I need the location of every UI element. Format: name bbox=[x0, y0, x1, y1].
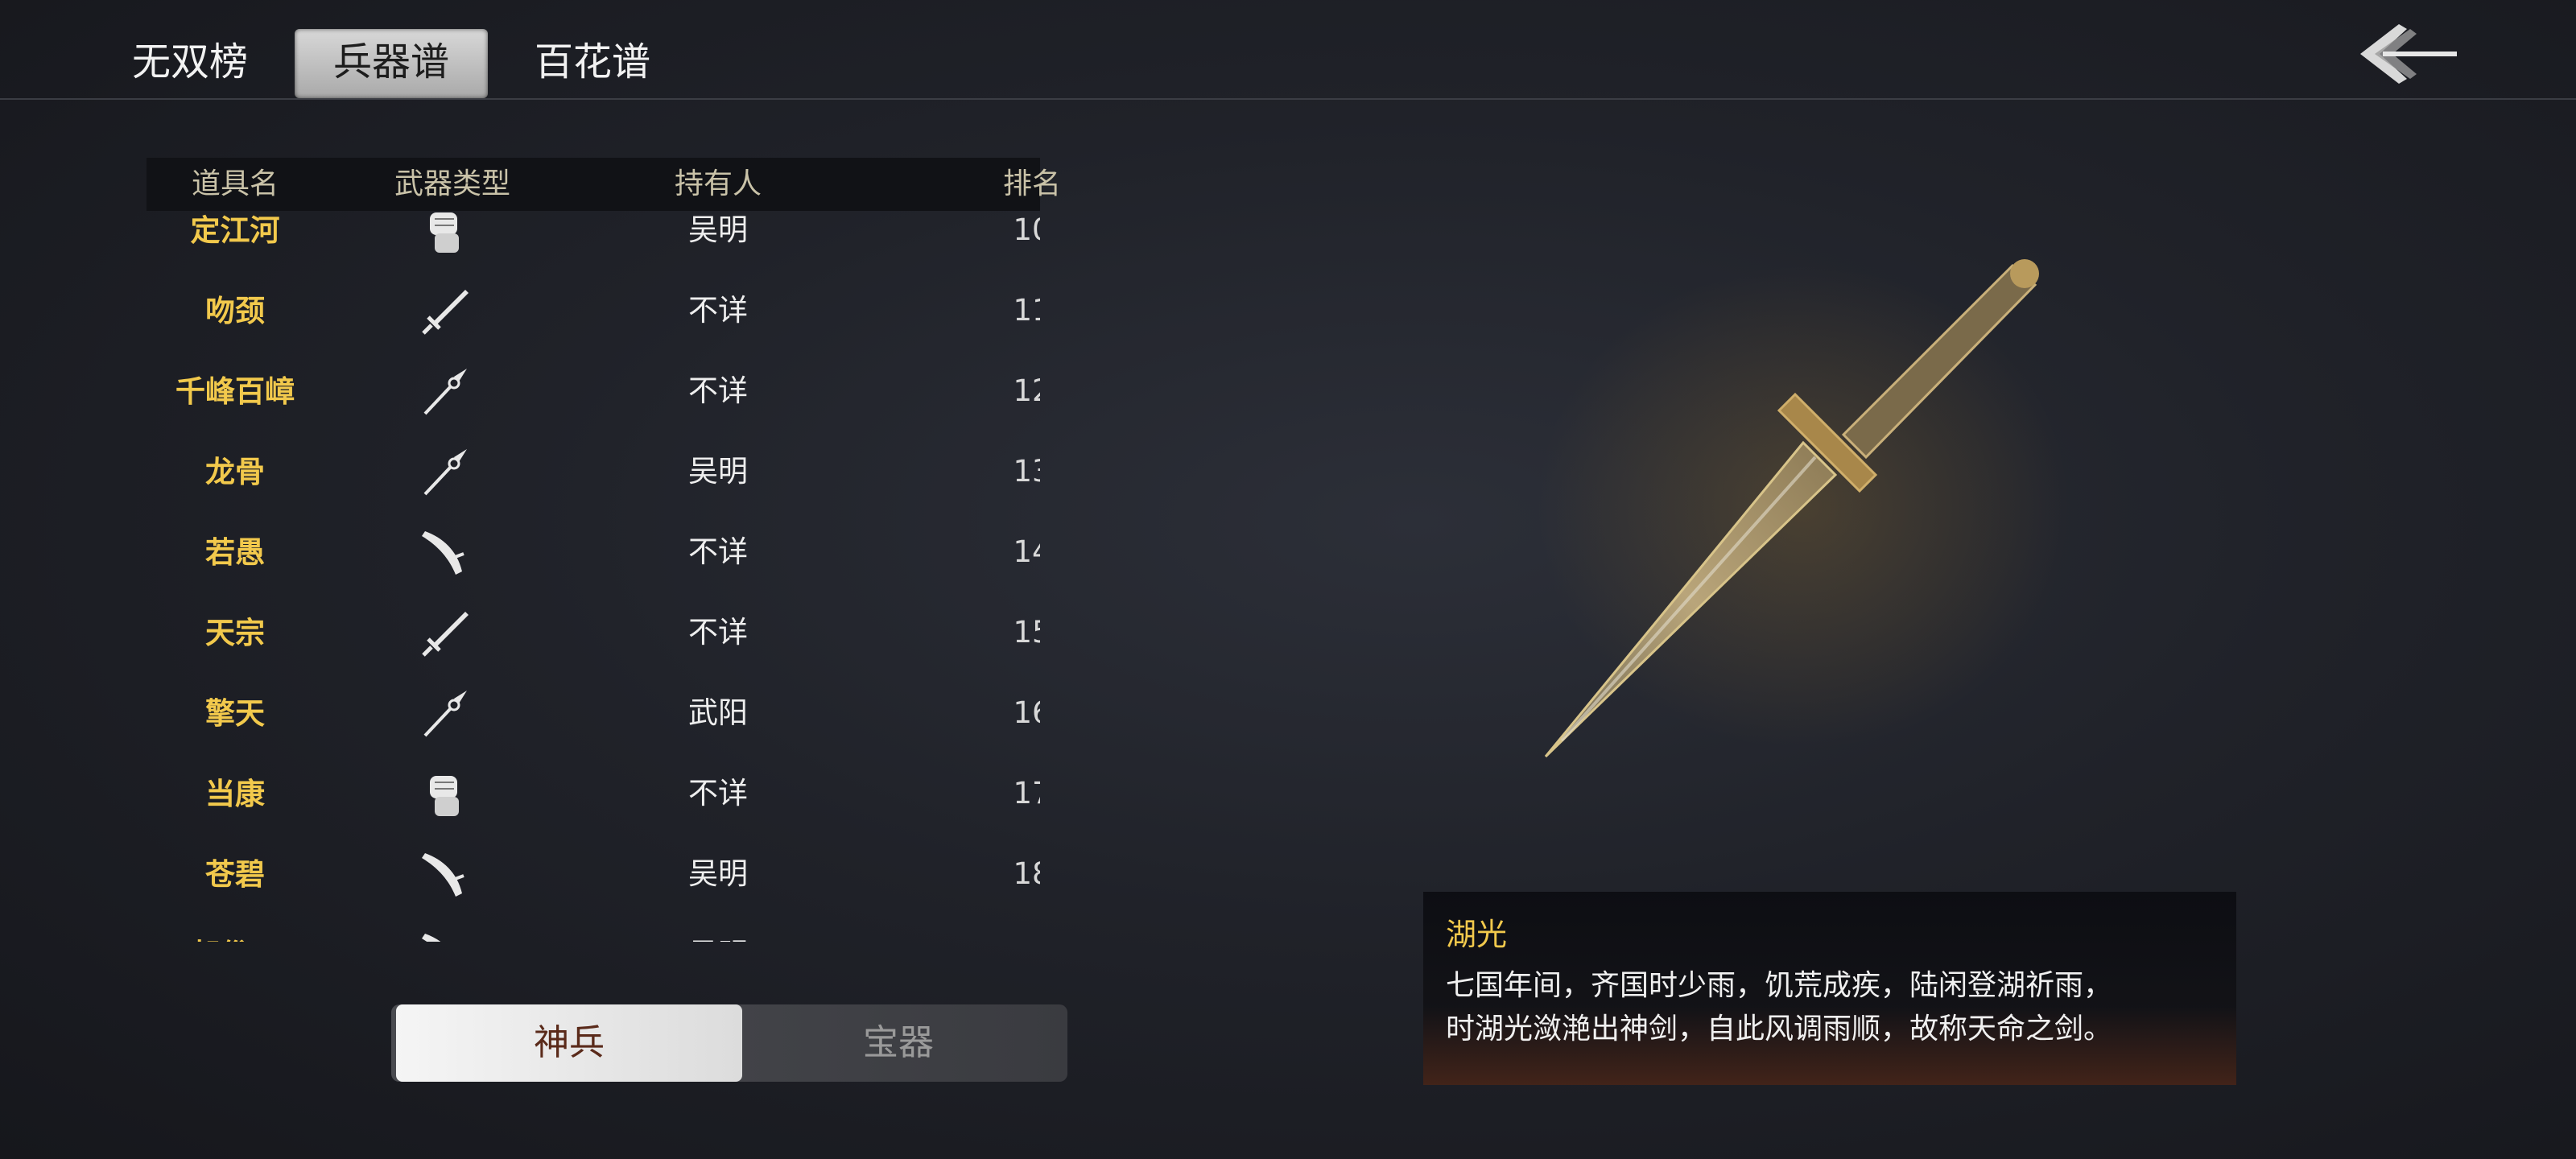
gauntlet-icon bbox=[430, 776, 459, 816]
weapon-type-cell bbox=[412, 351, 477, 431]
category-switch[interactable]: 宝器 神兵 bbox=[391, 1004, 1067, 1082]
owner-name: 不详 bbox=[688, 373, 748, 408]
table-row[interactable]: 定江河 吴明 10 bbox=[147, 211, 1040, 270]
weapon-description-panel: 湖光 七国年间，齐国时少雨，饥荒成疾，陆闲登湖祈雨， 时湖光潋滟出神剑，自此风调… bbox=[1423, 892, 2236, 1085]
table-row[interactable]: 千峰百嶂 不详 12 bbox=[147, 351, 1040, 431]
weapon-name: 擎天 bbox=[205, 695, 265, 731]
owner-name: 武阳 bbox=[688, 695, 748, 730]
owner-name: 吴明 bbox=[688, 454, 748, 489]
treasure-tab[interactable]: 宝器 bbox=[729, 1004, 1067, 1082]
spear-icon bbox=[423, 449, 467, 496]
table-row[interactable]: 当康 不详 17 bbox=[147, 753, 1040, 834]
description-line-1: 七国年间，齐国时少雨，饥荒成疾，陆闲登湖祈雨， bbox=[1446, 969, 2113, 1002]
blade-icon bbox=[422, 934, 441, 942]
owner-name: 吴明 bbox=[688, 856, 748, 891]
owner-name: 吴明 bbox=[654, 914, 782, 942]
weapon-type-cell bbox=[412, 753, 477, 834]
weapon-type-cell bbox=[412, 270, 477, 351]
owner-name: 不详 bbox=[688, 615, 748, 650]
weapon-type-cell bbox=[412, 834, 477, 914]
table-row[interactable]: 擎天 武阳 16 bbox=[147, 673, 1040, 753]
table-row[interactable]: 苍碧 吴明 18 bbox=[147, 834, 1040, 914]
weapon-type-cell bbox=[412, 673, 477, 753]
weapon-name: 吻颈 bbox=[205, 293, 265, 328]
header-rank: 排名 bbox=[1002, 167, 1061, 200]
weapon-type-cell bbox=[412, 512, 477, 592]
weapon-name: 千峰百嶂 bbox=[175, 373, 295, 409]
rank-number: 18 bbox=[1013, 856, 1040, 891]
sword-illustration bbox=[1538, 259, 2069, 758]
weapon-type-cell bbox=[412, 431, 477, 512]
rank-number: 12 bbox=[1013, 373, 1040, 408]
weapon-name: 龙骨 bbox=[205, 454, 265, 489]
rank-number: 14 bbox=[1013, 534, 1040, 569]
table-row[interactable]: 天宗 不详 15 bbox=[147, 592, 1040, 673]
back-arrow-icon[interactable] bbox=[2351, 18, 2463, 90]
weapon-name: 天宗 bbox=[205, 615, 265, 650]
rank-number: 10 bbox=[1013, 212, 1040, 247]
weapon-name: 苍碧 bbox=[205, 856, 265, 892]
weapon-name: 却俗工 bbox=[147, 914, 324, 942]
table-row[interactable]: 若愚 不详 14 bbox=[147, 512, 1040, 592]
rank-number: 17 bbox=[1013, 776, 1040, 810]
rank-number: 16 bbox=[1013, 695, 1040, 730]
blade-icon bbox=[422, 531, 464, 575]
rank-number: 11 bbox=[1013, 293, 1040, 328]
tab-flower-ranking[interactable]: 百花谱 bbox=[535, 29, 650, 98]
weapon-type-cell bbox=[412, 914, 477, 942]
divine-weapon-tab[interactable]: 神兵 bbox=[396, 1004, 742, 1082]
header-owner: 持有人 bbox=[674, 167, 762, 200]
description-line-2: 时湖光潋滟出神剑，自此风调雨顺，故称天命之剑。 bbox=[1446, 1013, 2113, 1046]
owner-name: 吴明 bbox=[688, 212, 748, 247]
weapon-type-cell bbox=[412, 211, 477, 270]
gauntlet-icon bbox=[430, 212, 459, 253]
weapon-description: 七国年间，齐国时少雨，饥荒成疾，陆闲登湖祈雨， 时湖光潋滟出神剑，自此风调雨顺，… bbox=[1446, 964, 2219, 1051]
weapon-type-cell bbox=[412, 592, 477, 673]
weapon-list[interactable]: 定江河吴明10吻颈不详11千峰百嶂不详12龙骨吴明13若愚不详14天宗不详15擎… bbox=[147, 211, 1040, 942]
header-item-name: 道具名 bbox=[191, 167, 279, 200]
top-nav-bar: 无双榜 兵器谱 百花谱 bbox=[0, 0, 2576, 100]
rank-number: 19 bbox=[992, 914, 1040, 942]
blade-icon bbox=[422, 853, 464, 897]
sword-icon bbox=[422, 290, 469, 335]
owner-name: 不详 bbox=[688, 534, 748, 569]
weapon-name-title: 湖光 bbox=[1446, 917, 1508, 952]
spear-icon bbox=[423, 369, 467, 415]
weapon-name: 当康 bbox=[205, 776, 265, 811]
table-row[interactable]: 龙骨 吴明 13 bbox=[147, 431, 1040, 512]
sword-icon bbox=[422, 612, 469, 657]
owner-name: 不详 bbox=[688, 776, 748, 810]
table-row[interactable]: 却俗工 吴明 19 bbox=[147, 914, 1040, 942]
spear-icon bbox=[423, 691, 467, 737]
weapon-name: 定江河 bbox=[190, 212, 280, 248]
rank-number: 15 bbox=[1013, 615, 1040, 650]
table-row[interactable]: 吻颈 不详 11 bbox=[147, 270, 1040, 351]
weapon-name: 若愚 bbox=[205, 534, 265, 570]
rank-number: 13 bbox=[1013, 454, 1040, 489]
tab-weapon-ranking[interactable]: 兵器谱 bbox=[295, 29, 488, 98]
header-weapon-type: 武器类型 bbox=[394, 167, 510, 200]
owner-name: 不详 bbox=[688, 293, 748, 328]
tab-wushuang-ranking[interactable]: 无双榜 bbox=[132, 29, 248, 98]
table-header: 道具名 武器类型 持有人 排名 bbox=[147, 158, 1061, 211]
